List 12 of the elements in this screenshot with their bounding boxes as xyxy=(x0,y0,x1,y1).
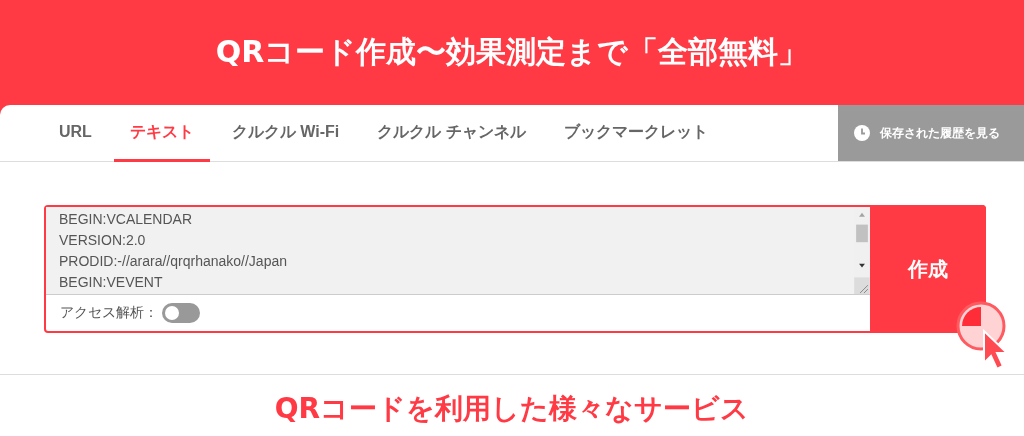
create-button[interactable]: 作成 xyxy=(870,205,986,333)
tab[interactable]: クルクル チャンネル xyxy=(361,105,542,162)
tab[interactable]: クルクル Wi-Fi xyxy=(215,105,356,162)
page-title: QRコード作成〜効果測定まで「全部無料」 xyxy=(215,33,809,71)
text-input-field[interactable]: BEGIN:VCALENDAR VERSION:2.0 PRODID:-//arara//qrqrhanako//Japan BEGIN:VEVENT xyxy=(46,207,870,295)
tab[interactable]: URL xyxy=(43,105,108,162)
tab[interactable]: テキスト xyxy=(113,105,210,162)
tab[interactable]: ブックマークレット xyxy=(547,105,724,162)
access-analysis-toggle[interactable] xyxy=(162,303,200,323)
section-heading: QRコードを利用した様々なサービス xyxy=(274,391,750,427)
access-analysis-label: アクセス解析： xyxy=(60,304,158,322)
clock-icon xyxy=(854,125,870,141)
